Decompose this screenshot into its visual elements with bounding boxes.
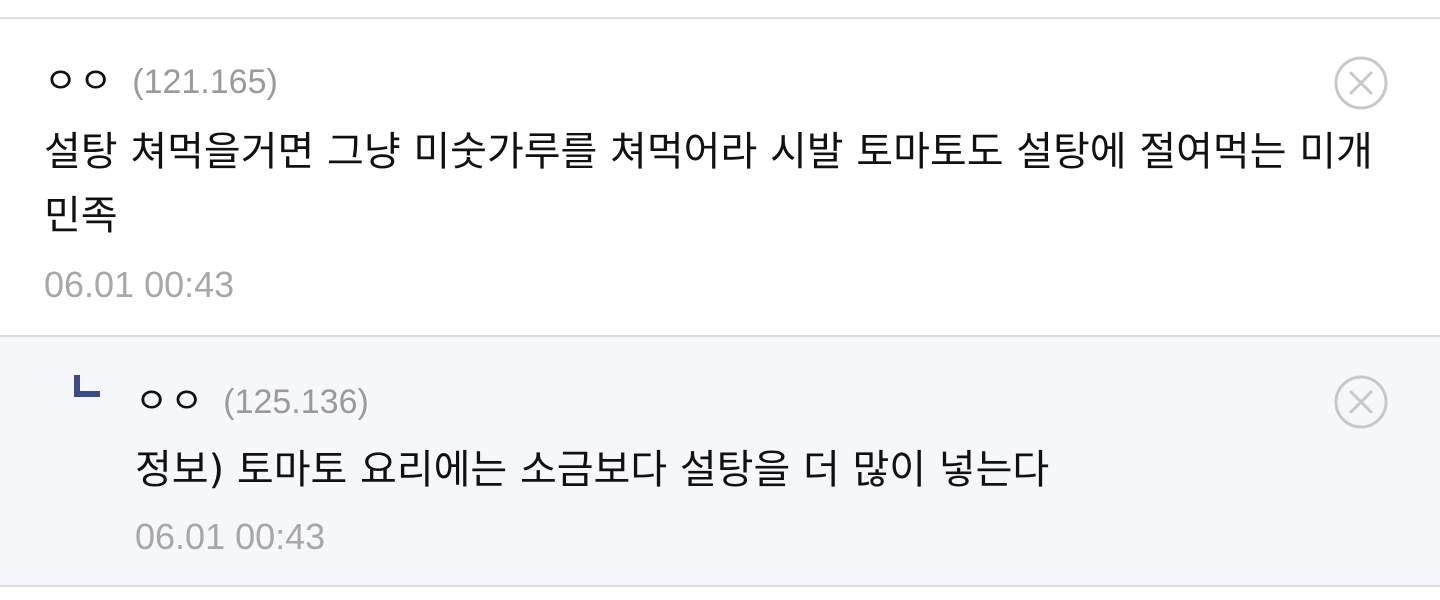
reply-text: 정보) 토마토 요리에는 소금보다 설탕을 더 많이 넣는다: [135, 447, 1050, 493]
close-circle-icon: [1334, 375, 1388, 429]
comment-timestamp: 06.01 00:43: [44, 264, 235, 305]
reply-timestamp: 06.01 00:43: [135, 516, 326, 557]
comment-nickname[interactable]: ㅇㅇ: [44, 52, 114, 104]
reply-ip: (125.136): [223, 383, 369, 421]
comment-thread: ㅇㅇ (121.165) 설탕 쳐먹을거면 그냥 미숫가루를 쳐먹어라 시발 토…: [0, 0, 1440, 600]
reply-nickname[interactable]: ㅇㅇ: [135, 372, 205, 424]
reply-author-line: ㅇㅇ (125.136): [135, 372, 369, 424]
comment-ip: (121.165): [132, 63, 278, 101]
comment-delete-button[interactable]: [1333, 55, 1389, 111]
reply-arrow-icon: [74, 375, 100, 397]
reply-delete-button[interactable]: [1333, 374, 1389, 430]
close-circle-icon: [1334, 56, 1388, 110]
comment-author-line: ㅇㅇ (121.165): [44, 52, 278, 104]
comment-text: 설탕 쳐먹을거면 그냥 미숫가루를 쳐먹어라 시발 토마토도 설탕에 절여먹는 …: [44, 129, 1373, 239]
reply-divider: [0, 585, 1440, 587]
